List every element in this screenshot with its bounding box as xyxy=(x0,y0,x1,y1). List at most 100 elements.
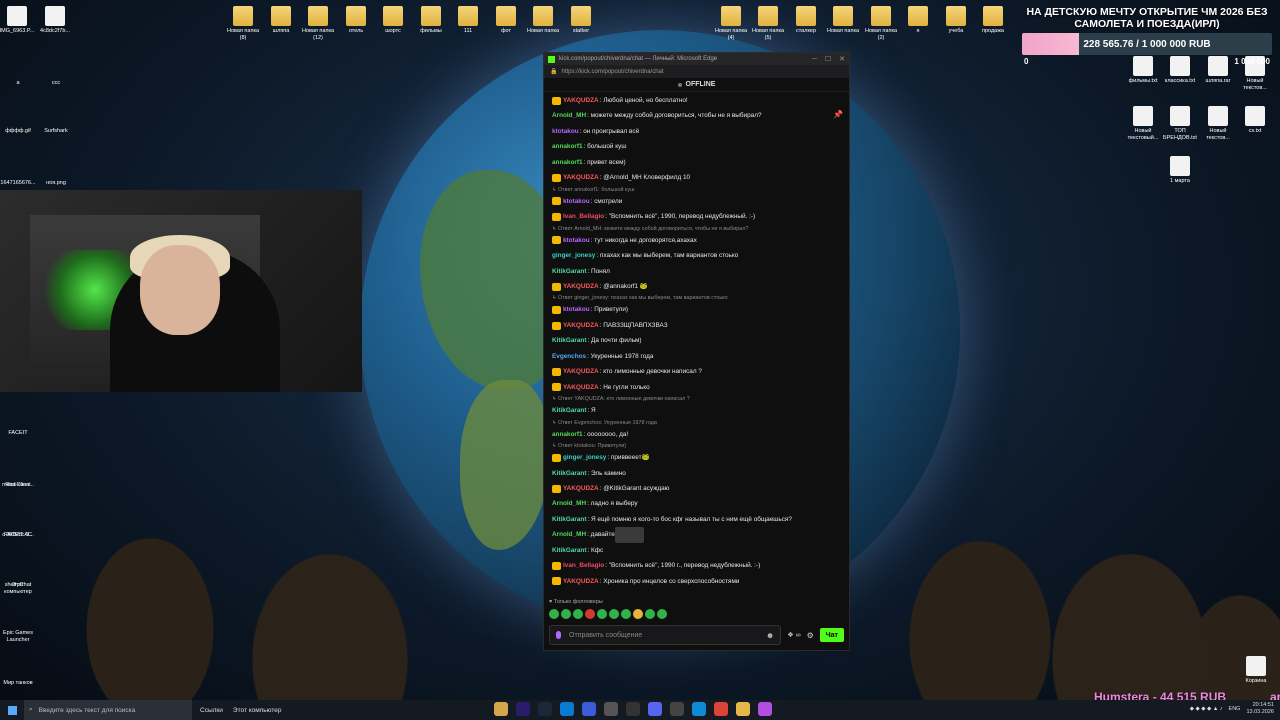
language-indicator[interactable]: ENG xyxy=(1229,706,1241,712)
taskbar-this-pc[interactable]: Этот компьютер xyxy=(233,707,282,714)
emote-icon[interactable] xyxy=(561,609,571,619)
desktop-icon[interactable]: Epic Games Launcher xyxy=(0,608,38,643)
chat-username[interactable]: Evgenchos xyxy=(552,349,586,364)
pin-icon[interactable]: 📌 xyxy=(833,110,843,119)
start-button[interactable] xyxy=(0,700,24,720)
tray-icons[interactable]: ◆ ◆ ◆ ◆ ▲ ♪ xyxy=(1190,706,1223,712)
address-bar[interactable]: 🔒 https://kick.com/popout/chiverdna/chat xyxy=(544,65,849,78)
chat-message[interactable]: Arnold_MH: можете между собой договорить… xyxy=(552,108,843,123)
desktop-icon[interactable]: учеба xyxy=(936,6,976,35)
desktop-icon[interactable]: messi-rona... xyxy=(0,460,38,489)
chat-message[interactable]: annakorf1: большой куш xyxy=(552,139,843,154)
chat-message[interactable]: KitikGarant: Эль камино xyxy=(552,466,843,481)
chat-message[interactable]: YAKQUDZA: Хроника про инцелов со сверхсп… xyxy=(552,574,843,589)
desktop-icon[interactable]: продажа xyxy=(973,6,1013,35)
minimize-icon[interactable]: ─ xyxy=(812,56,817,63)
chat-username[interactable]: ginger_jonesy xyxy=(563,450,606,465)
chat-message[interactable]: Arnold_MH: ладно я выберу xyxy=(552,496,843,511)
chat-input[interactable]: Отправить сообщение ☻ xyxy=(549,625,782,645)
chat-message[interactable]: ktotakou: он проигрывал всё xyxy=(552,124,843,139)
close-icon[interactable]: ✕ xyxy=(839,55,845,63)
chat-message[interactable]: KitikGarant: Я ещё помню я кого-то бос к… xyxy=(552,512,843,527)
chat-username[interactable]: KitikGarant xyxy=(552,264,586,279)
desktop-icon[interactable]: c7885fcc-3... xyxy=(0,510,38,539)
emote-icon[interactable] xyxy=(585,609,595,619)
emote-icon[interactable] xyxy=(645,609,655,619)
chat-username[interactable]: annakorf1 xyxy=(552,427,583,442)
desktop-icon[interactable]: фот xyxy=(486,6,526,35)
chat-message[interactable]: ktotakou: Приветули) xyxy=(552,302,843,317)
desktop-icon[interactable]: Новая папка xyxy=(523,6,563,35)
desktop-icon[interactable]: Новый текстовый... xyxy=(1123,106,1163,141)
chat-message[interactable]: Ivan_Bellagio: "Вспомнить всё", 1990 г.,… xyxy=(552,558,843,573)
chat-browser-window[interactable]: kick.com/popout/chiverdna/chat — Личный:… xyxy=(543,52,850,651)
chat-username[interactable]: ktotakou xyxy=(552,124,579,139)
emote-icon[interactable] xyxy=(621,609,631,619)
desktop-icon[interactable]: ccc xyxy=(36,58,76,87)
chat-message[interactable]: KitikGarant: Кфс xyxy=(552,543,843,558)
desktop-icon[interactable]: 4c8dc2f7b... xyxy=(35,6,75,35)
chat-message[interactable]: annakorf1: привет всем) xyxy=(552,155,843,170)
chat-username[interactable]: Arnold_MH xyxy=(552,527,586,542)
desktop-icon[interactable]: a xyxy=(0,58,38,87)
chat-username[interactable]: YAKQUDZA xyxy=(563,574,599,589)
chat-username[interactable]: YAKQUDZA xyxy=(563,93,599,108)
emote-icon[interactable] xyxy=(633,609,643,619)
chat-username[interactable]: annakorf1 xyxy=(552,155,583,170)
taskbar-links[interactable]: Ссылки xyxy=(200,707,223,714)
desktop-icon[interactable]: 111 xyxy=(448,6,488,35)
chat-message[interactable]: ktotakou: тут никогда не договорятся,аха… xyxy=(552,233,843,248)
edge-icon[interactable] xyxy=(560,702,574,716)
desktop-icon[interactable]: 1647165676... xyxy=(0,158,38,187)
desktop-icon[interactable]: Новая папка (2) xyxy=(861,6,901,41)
chat-username[interactable]: annakorf1 xyxy=(552,139,583,154)
desktop-icon[interactable]: stalker xyxy=(561,6,601,35)
chat-message[interactable]: YAKQUDZA: @annakorf1 🐸 xyxy=(552,279,843,294)
desktop-icon[interactable]: шортс xyxy=(373,6,413,35)
taskbar-search[interactable]: ⌕ Введите здесь текст для поиска xyxy=(24,700,192,720)
desktop-icon[interactable]: ноя.png xyxy=(36,158,76,187)
chat-username[interactable]: KitikGarant xyxy=(552,512,586,527)
folder-icon[interactable] xyxy=(736,702,750,716)
desktop-icon[interactable]: отель xyxy=(336,6,376,35)
channel-points[interactable]: ❖ ∞ xyxy=(787,631,800,639)
clock[interactable]: 20:14:51 13.03.2026 xyxy=(1246,702,1274,715)
obs-icon[interactable] xyxy=(626,702,640,716)
chat-messages[interactable]: YAKQUDZA: Любой ценой, но бесплатно! Arno… xyxy=(544,93,849,593)
chat-username[interactable]: ginger_jonesy xyxy=(552,248,595,263)
chat-message[interactable]: YAKQUDZA: кто лимонные девочки написал ? xyxy=(552,364,843,379)
settings-app-icon[interactable] xyxy=(604,702,618,716)
chat-message[interactable]: KitikGarant: Понял xyxy=(552,264,843,279)
send-chat-button[interactable]: Чат xyxy=(819,628,844,642)
emote-icon[interactable] xyxy=(549,609,559,619)
chrome-icon[interactable] xyxy=(714,702,728,716)
chat-username[interactable]: Ivan_Bellagio xyxy=(563,209,604,224)
file-explorer-icon[interactable] xyxy=(494,702,508,716)
chat-username[interactable]: KitikGarant xyxy=(552,333,586,348)
desktop-icon[interactable]: фффф.gif xyxy=(0,106,38,135)
chat-username[interactable]: KitikGarant xyxy=(552,543,586,558)
chat-message[interactable]: ginger_jonesy: приввееет🐸 xyxy=(552,450,843,465)
emote-icon[interactable] xyxy=(657,609,667,619)
chat-message[interactable]: YAKQUDZA: ПАВЗЗЩПАВПХЗВАЗ xyxy=(552,318,843,333)
chat-username[interactable]: KitikGarant xyxy=(552,466,586,481)
chat-username[interactable]: YAKQUDZA xyxy=(563,364,599,379)
emoji-picker-icon[interactable]: ☻ xyxy=(766,631,774,640)
desktop-icon[interactable]: фильмы xyxy=(411,6,451,35)
desktop-icon[interactable]: IMG_6963.P... xyxy=(0,6,37,35)
chat-username[interactable]: KitikGarant xyxy=(552,403,586,418)
maximize-icon[interactable]: ☐ xyxy=(825,55,831,63)
chat-username[interactable]: ktotakou xyxy=(563,302,590,317)
mic-icon[interactable] xyxy=(556,631,561,639)
vegas-icon[interactable] xyxy=(582,702,596,716)
spoiler-text[interactable]: Хроника xyxy=(614,527,644,543)
settings-icon[interactable]: ⚙ xyxy=(807,631,814,640)
desktop-icon[interactable]: Новая папка (4) xyxy=(711,6,751,41)
emote-icon[interactable] xyxy=(573,609,583,619)
app-icon[interactable] xyxy=(758,702,772,716)
steam-icon[interactable] xyxy=(538,702,552,716)
chat-message[interactable]: KitikGarant: Да почти фильм) xyxy=(552,333,843,348)
chat-username[interactable]: YAKQUDZA xyxy=(563,481,599,496)
desktop-icon[interactable]: Новая папка xyxy=(823,6,863,35)
desktop-icon[interactable]: Этот компьютер xyxy=(0,560,38,595)
